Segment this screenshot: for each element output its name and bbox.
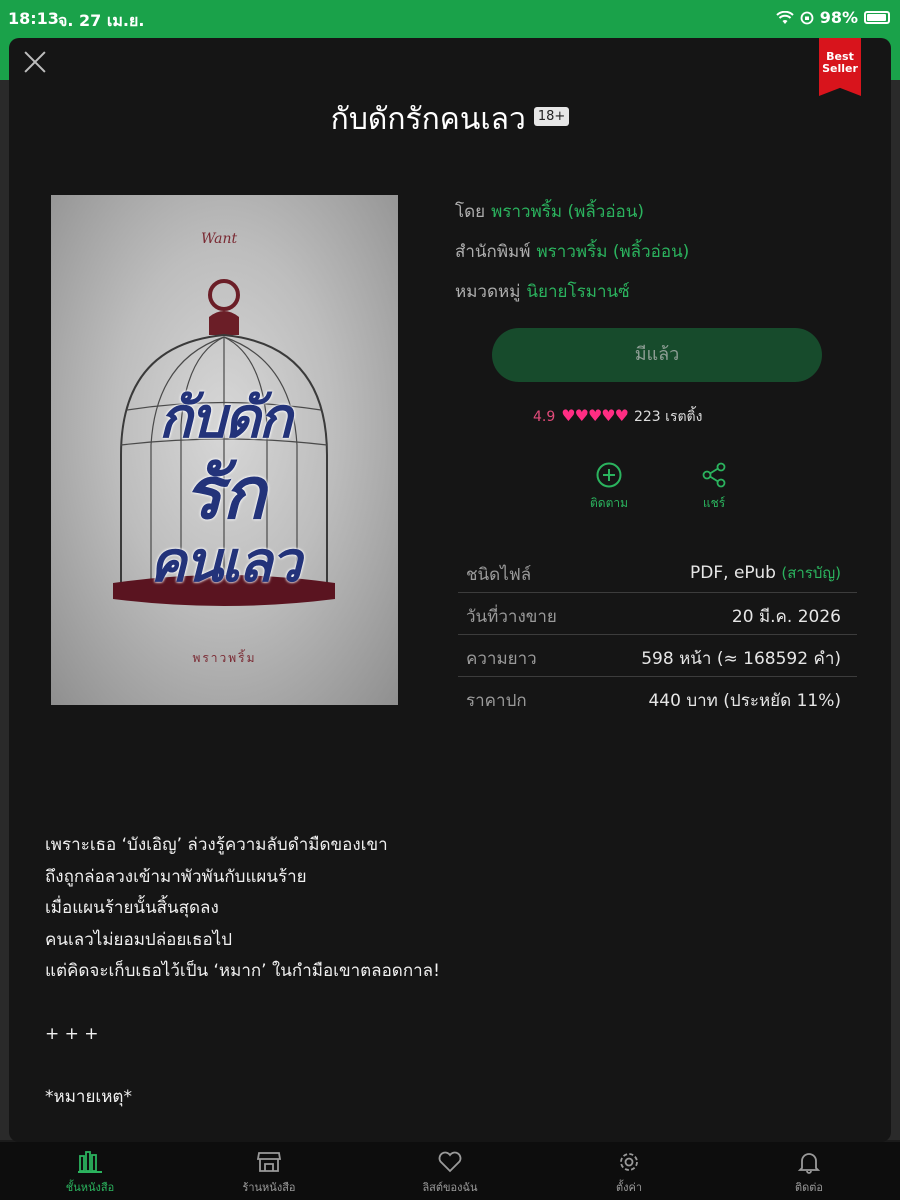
book-detail-sheet: Best Seller กับดักรักคนเลว 18+ Want กับดั… xyxy=(9,38,891,1142)
publisher-row: สำนักพิมพ์ พราวพริ้ม (พลิ้วอ่อน) xyxy=(455,238,689,265)
synopsis-line: + + + xyxy=(45,1024,99,1044)
wifi-icon xyxy=(776,10,794,24)
synopsis-line: เมื่อแผนร้ายนั้นสิ้นสุดลง xyxy=(45,898,219,918)
synopsis-line xyxy=(45,988,845,1020)
category-link[interactable]: นิยายโรมานซ์ xyxy=(526,282,629,302)
release-date-label: วันที่วางขาย xyxy=(466,607,557,627)
book-title: กับดักรักคนเลว xyxy=(330,102,526,137)
battery-percent: 98% xyxy=(819,8,858,27)
bookshelf-icon xyxy=(78,1151,102,1173)
synopsis: เพราะเธอ ‘บังเอิญ’ ล่วงรู้ความลับดำมืดขอ… xyxy=(45,830,845,1114)
rating-summary: 4.9 ♥♥♥♥♥ 223 เรตติ้ง xyxy=(533,406,702,428)
detail-row-release-date: วันที่วางขาย 20 มี.ค. 2026 xyxy=(458,593,857,635)
status-indicators: 98% xyxy=(776,8,890,27)
category-label: หมวดหมู่ xyxy=(455,282,521,302)
synopsis-line xyxy=(45,1051,845,1083)
plus-circle-icon xyxy=(596,462,622,488)
best-seller-ribbon: Best Seller xyxy=(819,38,861,96)
follow-button[interactable]: ติดตาม xyxy=(579,462,639,513)
tab-label: ชั้นหนังสือ xyxy=(65,1181,115,1194)
length-value: 598 หน้า (≈ 168592 คำ) xyxy=(641,649,841,669)
tab-label: ตั้งค่า xyxy=(615,1181,643,1194)
synopsis-line: เพราะเธอ ‘บังเอิญ’ ล่วงรู้ความลับดำมืดขอ… xyxy=(45,835,388,855)
follow-label: ติดตาม xyxy=(589,496,629,510)
rating-score: 4.9 xyxy=(533,409,556,425)
tab-settings[interactable]: ตั้งค่า xyxy=(569,1150,689,1196)
heart-icon xyxy=(438,1151,462,1173)
tab-label: ร้านหนังสือ xyxy=(242,1181,296,1194)
publisher-link[interactable]: พราวพริ้ม (พลิ้วอ่อน) xyxy=(536,242,689,262)
synopsis-line: แต่คิดจะเก็บเธอไว้เป็น ‘หมาก’ ในกำมือเขา… xyxy=(45,961,440,981)
publisher-mark: Want xyxy=(201,231,238,247)
price-value: 440 บาท (ประหยัด 11%) xyxy=(648,691,841,711)
tab-bookshelf[interactable]: ชั้นหนังสือ xyxy=(30,1150,150,1196)
rating-count: 223 เรตติ้ง xyxy=(633,409,703,425)
rating-hearts: ♥♥♥♥♥ xyxy=(561,406,629,425)
file-type-value-group: PDF, ePub (สารบัญ) xyxy=(690,561,841,585)
share-button[interactable]: แชร์ xyxy=(684,462,744,513)
release-date-value: 20 มี.ค. 2026 xyxy=(731,607,841,627)
age-rating-badge: 18+ xyxy=(533,107,570,126)
author-link[interactable]: พราวพริ้ม (พลิ้วอ่อน) xyxy=(491,202,644,222)
detail-row-price: ราคาปก 440 บาท (ประหยัด 11%) xyxy=(458,677,857,719)
tab-my-list[interactable]: ลิสต์ของฉัน xyxy=(390,1150,510,1196)
tab-label: ติดต่อ xyxy=(794,1181,824,1194)
bottom-tab-bar: ชั้นหนังสือ ร้านหนังสือ ลิสต์ของฉัน ตั้ง… xyxy=(0,1142,900,1200)
share-label: แชร์ xyxy=(702,496,726,510)
length-label: ความยาว xyxy=(466,649,537,669)
tab-bookstore[interactable]: ร้านหนังสือ xyxy=(209,1150,329,1196)
author-row: โดย พราวพริ้ม (พลิ้วอ่อน) xyxy=(455,198,644,225)
gear-icon xyxy=(620,1153,638,1171)
synopsis-line: *หมายเหตุ* xyxy=(45,1087,132,1107)
owned-button[interactable]: มีแล้ว xyxy=(492,328,822,382)
file-type-value: PDF, ePub xyxy=(690,563,776,583)
price-label: ราคาปก xyxy=(466,691,527,711)
status-bar: 18:13 จ. 27 เม.ย. 98% xyxy=(0,0,900,36)
orientation-lock-icon xyxy=(800,11,814,24)
detail-row-length: ความยาว 598 หน้า (≈ 168592 คำ) xyxy=(458,635,857,677)
store-icon xyxy=(256,1152,282,1172)
author-label: โดย xyxy=(455,202,486,222)
ribbon-line-2: Seller xyxy=(822,62,858,75)
file-type-label: ชนิดไฟล์ xyxy=(466,565,532,585)
category-row: หมวดหมู่ นิยายโรมานซ์ xyxy=(455,278,630,305)
book-title-row: กับดักรักคนเลว 18+ xyxy=(9,96,891,143)
book-details-table: ชนิดไฟล์ PDF, ePub (สารบัญ) วันที่วางขาย… xyxy=(458,551,857,719)
tab-label: ลิสต์ของฉัน xyxy=(422,1181,478,1194)
publisher-label: สำนักพิมพ์ xyxy=(455,242,531,262)
table-of-contents-link[interactable]: (สารบัญ) xyxy=(781,564,841,582)
cover-author: พราวพริ้ม xyxy=(192,651,257,665)
detail-row-file-type: ชนิดไฟล์ PDF, ePub (สารบัญ) xyxy=(458,551,857,593)
battery-icon xyxy=(864,11,890,24)
close-button[interactable] xyxy=(23,50,47,74)
status-time: 18:13 xyxy=(8,9,59,28)
synopsis-line: คนเลวไม่ยอมปล่อยเธอไป xyxy=(45,929,233,950)
book-cover-image: Want กับดัก รัก คนเลว พราวพริ้ม xyxy=(51,195,398,705)
synopsis-line: ถึงถูกล่อลวงเข้ามาพัวพันกับแผนร้าย xyxy=(45,866,307,887)
share-icon xyxy=(702,462,726,488)
tab-contact[interactable]: ติดต่อ xyxy=(749,1150,869,1196)
bell-icon xyxy=(797,1153,821,1174)
status-date: จ. 27 เม.ย. xyxy=(58,11,145,30)
cover-title-line-3: คนเลว xyxy=(149,530,302,595)
